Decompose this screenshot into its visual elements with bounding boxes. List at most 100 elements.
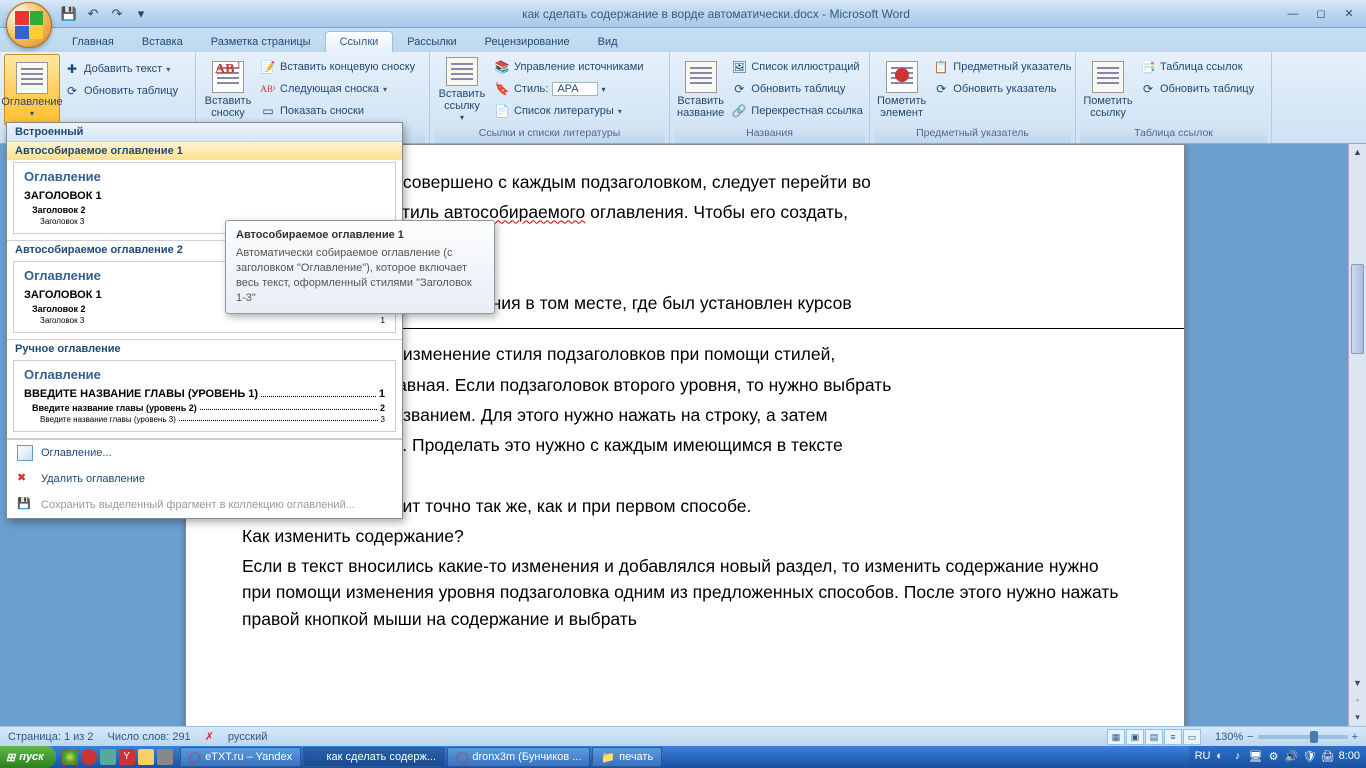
zoom-control: 130% − + [1215, 731, 1358, 743]
task-yandex[interactable]: ◯eTXT.ru – Yandex [180, 747, 301, 767]
save-icon[interactable]: 💾 [58, 3, 80, 25]
update-toa-icon: ⟳ [1140, 81, 1156, 97]
update-toa-button[interactable]: ⟳Обновить таблицу [1136, 78, 1258, 100]
manage-sources-icon: 📚 [494, 59, 510, 75]
start-button[interactable]: ⊞пуск [0, 746, 56, 768]
tray-icon[interactable]: ◐ [1213, 750, 1227, 764]
citation-style-select[interactable]: 🔖Стиль: APA▾ [490, 78, 647, 100]
zoom-level[interactable]: 130% [1215, 731, 1243, 743]
group-label-index: Предметный указатель [874, 127, 1071, 143]
ql-app2-icon[interactable] [157, 749, 173, 765]
save-toc-selection-button: 💾Сохранить выделенный фрагмент в коллекц… [7, 492, 402, 518]
insert-endnote-button[interactable]: 📝Вставить концевую сноску [256, 56, 419, 78]
show-footnotes-button[interactable]: ▭Показать сноски [256, 100, 419, 122]
bibliography-button[interactable]: 📄Список литературы [490, 100, 647, 122]
manage-sources-button[interactable]: 📚Управление источниками [490, 56, 647, 78]
scroll-up-icon[interactable]: ▲ [1349, 144, 1366, 161]
tray-lang[interactable]: RU [1195, 750, 1209, 764]
next-footnote-button[interactable]: AB¹Следующая сноска [256, 78, 419, 100]
scroll-thumb[interactable] [1351, 264, 1364, 354]
status-language[interactable]: русский [228, 731, 267, 743]
maximize-button[interactable]: ◻ [1308, 5, 1334, 23]
tray-icon[interactable]: 🖥 [1249, 750, 1263, 764]
next-page-icon[interactable]: ▾ [1349, 709, 1366, 726]
mark-citation-button[interactable]: Пометить ссылку [1080, 54, 1136, 126]
office-button[interactable] [6, 2, 52, 48]
tooltip-body: Автоматически собираемое оглавление (с з… [236, 246, 484, 305]
ql-folder-icon[interactable] [138, 749, 154, 765]
update-index-icon: ⟳ [933, 81, 949, 97]
endnote-icon: 📝 [260, 59, 276, 75]
toc-manual-item[interactable]: Ручное оглавление Оглавление ВВЕДИТЕ НАЗ… [7, 340, 402, 439]
status-page[interactable]: Страница: 1 из 2 [8, 731, 94, 743]
insert-footnote-button[interactable]: AB1 Вставить сноску [200, 54, 256, 126]
prev-page-icon[interactable]: ◦ [1349, 692, 1366, 709]
insert-caption-button[interactable]: Вставить название [674, 54, 727, 126]
view-draft-icon[interactable]: ▭ [1183, 729, 1201, 745]
ql-chrome-icon[interactable] [62, 749, 78, 765]
tooltip-title: Автособираемое оглавление 1 [236, 229, 484, 241]
zoom-slider[interactable] [1258, 735, 1348, 739]
tab-insert[interactable]: Вставка [128, 32, 197, 52]
scroll-down-icon[interactable]: ▼ [1349, 675, 1366, 692]
opera-icon: ◯ [456, 751, 468, 764]
toc-button[interactable]: Оглавление ▾ [4, 54, 60, 126]
ql-yandex-icon[interactable]: Y [119, 749, 135, 765]
toc-tooltip: Автособираемое оглавление 1 Автоматическ… [225, 220, 495, 314]
view-full-screen-icon[interactable]: ▣ [1126, 729, 1144, 745]
ql-app-icon[interactable] [100, 749, 116, 765]
caption-icon [685, 61, 717, 93]
tray-icon[interactable]: ♪ [1231, 750, 1245, 764]
update-figures-icon: ⟳ [731, 81, 747, 97]
mark-entry-icon [886, 61, 918, 93]
cross-reference-button[interactable]: 🔗Перекрестная ссылка [727, 100, 867, 122]
insert-footnote-label: Вставить сноску [203, 95, 253, 119]
mark-entry-button[interactable]: Пометить элемент [874, 54, 929, 126]
insert-index-button[interactable]: 📋Предметный указатель [929, 56, 1075, 78]
remove-toc-button[interactable]: ✖Удалить оглавление [7, 466, 402, 492]
zoom-out-button[interactable]: − [1247, 731, 1253, 743]
tray-icon[interactable]: 🛡 [1303, 750, 1317, 764]
title-bar: 💾 ↶ ↷ ▾ как сделать содержание в ворде а… [0, 0, 1366, 28]
task-dronx3m[interactable]: ◯dronx3m (Бунчиков ... [447, 747, 590, 767]
insert-toa-button[interactable]: 📑Таблица ссылок [1136, 56, 1258, 78]
group-label-toa: Таблица ссылок [1080, 127, 1267, 143]
zoom-in-button[interactable]: + [1352, 731, 1358, 743]
close-button[interactable]: ✕ [1336, 5, 1362, 23]
view-print-layout-icon[interactable]: ▦ [1107, 729, 1125, 745]
tray-icon[interactable]: 🔊 [1285, 750, 1299, 764]
ql-opera-icon[interactable] [81, 749, 97, 765]
minimize-button[interactable]: — [1280, 5, 1306, 23]
tab-review[interactable]: Рецензирование [471, 32, 584, 52]
windows-logo-icon: ⊞ [6, 751, 15, 764]
tray-icon[interactable]: ⚙ [1267, 750, 1281, 764]
qat-customize-icon[interactable]: ▾ [130, 3, 152, 25]
insert-citation-button[interactable]: Вставить ссылку▾ [434, 54, 490, 126]
status-proofing-icon[interactable]: ✗ [205, 730, 214, 743]
task-folder[interactable]: 📁печать [592, 747, 662, 767]
tab-view[interactable]: Вид [584, 32, 632, 52]
insert-toc-dialog-button[interactable]: Оглавление... [7, 440, 402, 466]
tray-clock[interactable]: 8:00 [1339, 750, 1360, 764]
update-figures-button[interactable]: ⟳Обновить таблицу [727, 78, 867, 100]
group-label-captions: Названия [674, 127, 865, 143]
table-of-figures-button[interactable]: 🖼Список иллюстраций [727, 56, 867, 78]
task-word[interactable]: Wкак сделать содерж... [303, 747, 445, 767]
tray-icon[interactable]: 🖨 [1321, 750, 1335, 764]
tab-layout[interactable]: Разметка страницы [197, 32, 325, 52]
vertical-scrollbar[interactable]: ▲ ▼ ◦ ▾ [1348, 144, 1366, 726]
view-web-icon[interactable]: ▤ [1145, 729, 1163, 745]
add-text-button[interactable]: ✚Добавить текст [60, 58, 182, 80]
tab-mailings[interactable]: Рассылки [393, 32, 470, 52]
view-outline-icon[interactable]: ≡ [1164, 729, 1182, 745]
status-word-count[interactable]: Число слов: 291 [108, 731, 191, 743]
window-title: как сделать содержание в ворде автоматич… [152, 7, 1280, 21]
tab-home[interactable]: Главная [58, 32, 128, 52]
redo-icon[interactable]: ↷ [106, 3, 128, 25]
update-toc-button[interactable]: ⟳Обновить таблицу [60, 80, 182, 102]
update-index-button[interactable]: ⟳Обновить указатель [929, 78, 1075, 100]
toc-builtin-header: Встроенный [7, 123, 402, 142]
folder-icon: 📁 [601, 751, 615, 764]
undo-icon[interactable]: ↶ [82, 3, 104, 25]
tab-references[interactable]: Ссылки [325, 31, 394, 52]
